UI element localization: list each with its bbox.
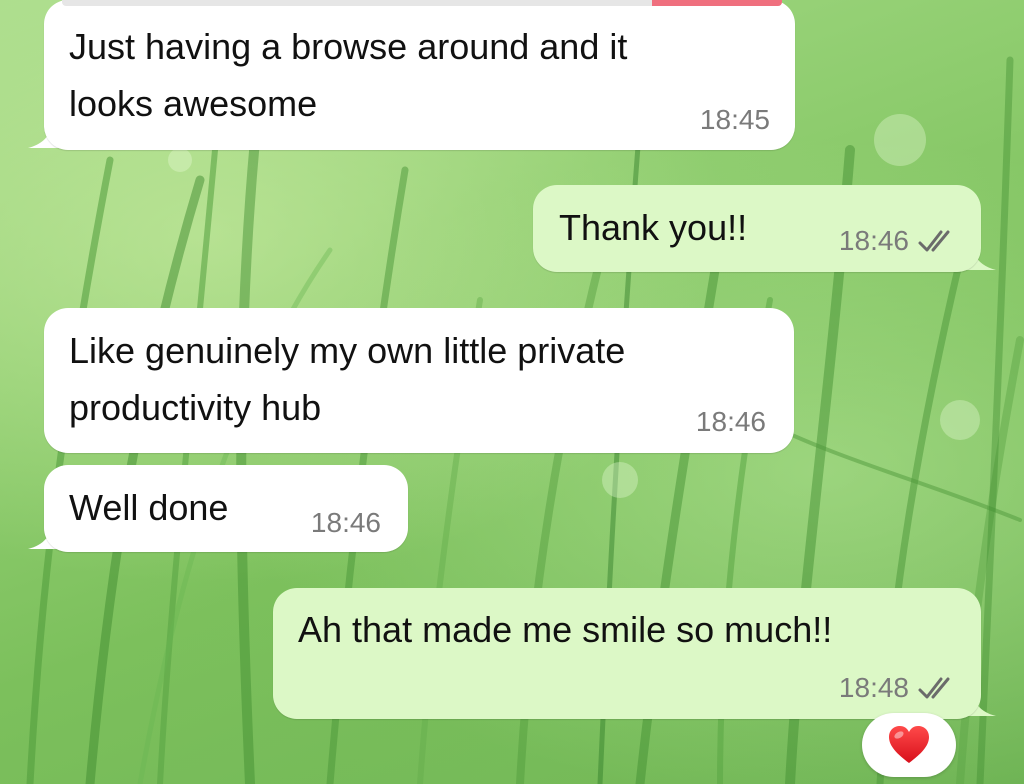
message-text-line: Ah that made me smile so much!! xyxy=(298,609,833,650)
message-bubble-incoming[interactable]: Well done 18:46 xyxy=(44,465,408,552)
heart-icon xyxy=(889,726,929,763)
previous-message-edge xyxy=(62,0,782,6)
read-receipt-double-check-icon xyxy=(918,677,950,699)
message-timestamp: 18:46 xyxy=(311,509,381,537)
message-bubble-outgoing[interactable]: Ah that made me smile so much!! 18:48 xyxy=(273,588,981,719)
message-timestamp: 18:46 xyxy=(696,408,766,436)
read-receipt-double-check-icon xyxy=(918,230,950,252)
message-bubble-incoming[interactable]: Like genuinely my own little private pro… xyxy=(44,308,794,453)
message-time: 18:48 xyxy=(838,672,909,703)
message-time: 18:46 xyxy=(695,406,766,437)
message-timestamp: 18:48 xyxy=(839,674,957,702)
message-time: 18:46 xyxy=(310,507,381,538)
message-text-line: Well done xyxy=(69,487,229,528)
message-text-line: productivity hub xyxy=(69,387,322,428)
previous-message-accent xyxy=(652,0,782,6)
message-bubble-outgoing[interactable]: Thank you!! 18:46 xyxy=(533,185,981,272)
message-text-line: Just having a browse around and it xyxy=(69,26,628,67)
message-timestamp: 18:46 xyxy=(839,227,957,255)
message-bubble-incoming[interactable]: Just having a browse around and it looks… xyxy=(44,0,795,150)
message-text-line: Thank you!! xyxy=(559,207,748,248)
message-text-line: looks awesome xyxy=(69,83,318,124)
message-time: 18:46 xyxy=(838,225,909,256)
message-reaction[interactable] xyxy=(862,713,956,777)
message-time: 18:45 xyxy=(699,104,770,135)
message-text-line: Like genuinely my own little private xyxy=(69,330,626,371)
message-timestamp: 18:45 xyxy=(700,106,770,134)
